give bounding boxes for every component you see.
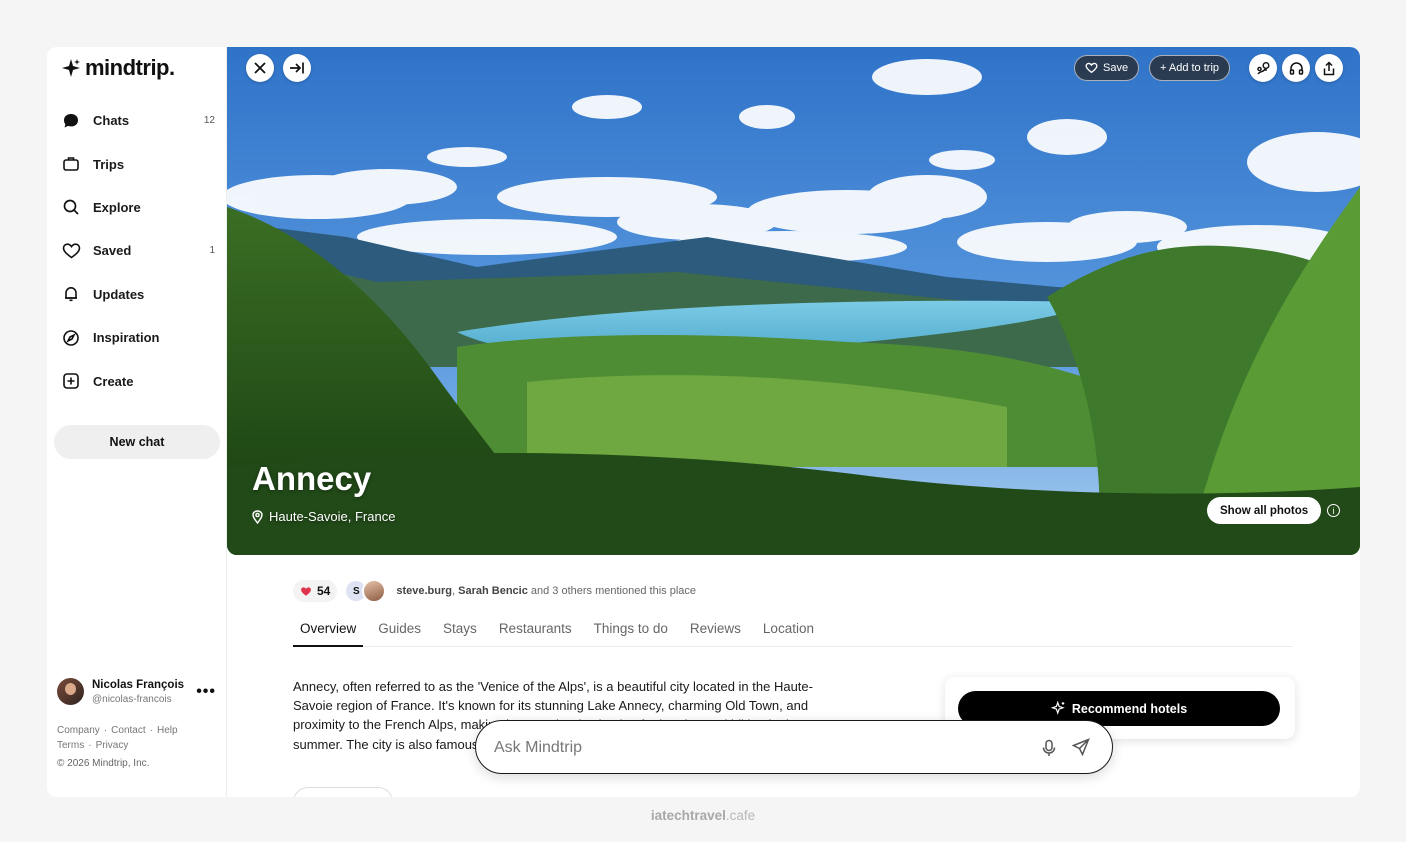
user-name: Nicolas François	[92, 679, 185, 691]
tab-location[interactable]: Location	[756, 617, 821, 647]
ask-bar	[475, 720, 1113, 774]
save-label: Save	[1103, 62, 1129, 74]
location-pin-icon	[252, 509, 263, 524]
landscape-photo	[227, 47, 1360, 555]
read-more-button[interactable]	[293, 787, 393, 797]
help-link[interactable]: Help	[157, 725, 178, 736]
logo-text: mindtrip.	[85, 55, 175, 80]
logo[interactable]: mindtrip.	[61, 55, 175, 81]
copyright: © 2026 Mindtrip, Inc.	[57, 758, 150, 769]
add-to-trip-label: + Add to trip	[1160, 62, 1220, 74]
chat-bubble-icon	[61, 111, 81, 131]
mention-user-link[interactable]: steve.burg	[396, 585, 452, 597]
headphones-icon	[1289, 61, 1303, 75]
sparkle-icon	[1050, 701, 1065, 715]
new-chat-button[interactable]: New chat	[54, 425, 220, 459]
avatar[interactable]	[57, 678, 84, 705]
sidebar-item-label: Explore	[93, 199, 141, 215]
app-window: mindtrip. Chats 12 Trips Explore Saved 1	[47, 47, 1360, 797]
close-icon	[254, 62, 266, 74]
sparkle-logo-icon	[62, 59, 80, 77]
more-options-icon[interactable]: •••	[196, 683, 216, 701]
plus-square-icon	[61, 371, 81, 391]
social-proof: 54 S steve.burg, Sarah Bencic and 3 othe…	[293, 579, 696, 603]
sidebar-item-inspiration[interactable]: Inspiration	[47, 316, 227, 359]
heart-outline-icon	[1085, 62, 1098, 74]
audio-guide-button[interactable]	[1282, 54, 1310, 82]
sidebar-item-label: Saved	[93, 243, 132, 259]
mention-user-link[interactable]: Sarah Bencic	[458, 585, 528, 597]
sidebar-item-trips[interactable]: Trips	[47, 142, 227, 185]
ask-input[interactable]	[494, 735, 1014, 761]
sidebar-item-explore[interactable]: Explore	[47, 186, 227, 229]
sidebar-item-label: Create	[93, 373, 134, 389]
likes-badge[interactable]: 54	[293, 580, 338, 602]
heart-icon	[61, 241, 81, 261]
collapse-panel-button[interactable]	[283, 54, 311, 82]
microphone-icon[interactable]	[1042, 739, 1056, 757]
sidebar-item-chats[interactable]: Chats 12	[47, 99, 227, 142]
tab-restaurants[interactable]: Restaurants	[492, 617, 579, 647]
compass-icon	[61, 328, 81, 348]
hero-photo: Save + Add to trip Annecy Haute-Savoie, …	[227, 47, 1360, 555]
avatar	[362, 579, 387, 603]
search-icon	[61, 197, 81, 217]
sidebar-nav: Chats 12 Trips Explore Saved 1 Updates I…	[47, 99, 227, 403]
user-profile[interactable]: Nicolas François @nicolas-francois •••	[57, 677, 222, 709]
watermark-main: iatechtravel	[650, 808, 726, 823]
sidebar-item-updates[interactable]: Updates	[47, 273, 227, 316]
place-tabs: Overview Guides Stays Restaurants Things…	[293, 617, 1293, 647]
map-pin-button[interactable]	[1249, 54, 1277, 82]
chats-count-badge: 12	[203, 115, 215, 127]
sidebar-item-label: Inspiration	[93, 330, 160, 346]
bell-icon	[61, 284, 81, 304]
share-button[interactable]	[1315, 54, 1343, 82]
sidebar-item-label: Updates	[93, 286, 145, 302]
watermark: iatechtravel.cafe	[0, 808, 1406, 823]
tab-stays[interactable]: Stays	[436, 617, 484, 647]
show-all-photos-button[interactable]: Show all photos	[1207, 497, 1322, 524]
privacy-link[interactable]: Privacy	[96, 740, 129, 751]
suitcase-icon	[61, 154, 81, 174]
map-pins-icon	[1256, 61, 1269, 74]
sidebar: mindtrip. Chats 12 Trips Explore Saved 1	[47, 47, 227, 797]
mentions-text: steve.burg, Sarah Bencic and 3 others me…	[396, 585, 696, 597]
place-location: Haute-Savoie, France	[252, 509, 395, 524]
tab-things-to-do[interactable]: Things to do	[587, 617, 675, 647]
sidebar-item-saved[interactable]: Saved 1	[47, 229, 227, 272]
place-title: Annecy	[252, 460, 372, 497]
sidebar-item-label: Trips	[93, 156, 125, 172]
save-button[interactable]: Save	[1074, 55, 1140, 81]
terms-link[interactable]: Terms	[57, 740, 84, 751]
recommend-hotels-label: Recommend hotels	[1071, 701, 1188, 716]
place-region: Haute-Savoie, France	[269, 509, 396, 524]
sidebar-item-create[interactable]: Create	[47, 359, 227, 402]
user-handle: @nicolas-francois	[92, 694, 172, 705]
tab-reviews[interactable]: Reviews	[683, 617, 748, 647]
likes-count: 54	[317, 584, 331, 598]
company-link[interactable]: Company	[57, 725, 100, 736]
close-button[interactable]	[246, 54, 274, 82]
watermark-suffix: .cafe	[725, 808, 756, 823]
share-icon	[1323, 60, 1335, 75]
tab-guides[interactable]: Guides	[371, 617, 428, 647]
mentions-rest: and 3 others mentioned this place	[527, 585, 696, 597]
saved-count-badge: 1	[209, 245, 215, 257]
footer-links: Company · Contact · Help Terms · Privacy	[57, 725, 178, 751]
info-icon[interactable]: i	[1327, 504, 1340, 517]
send-icon[interactable]	[1072, 738, 1090, 756]
arrow-to-right-icon	[290, 62, 304, 74]
heart-filled-icon	[301, 586, 311, 596]
add-to-trip-button[interactable]: + Add to trip	[1149, 55, 1231, 81]
tab-overview[interactable]: Overview	[293, 617, 364, 647]
contact-link[interactable]: Contact	[111, 725, 145, 736]
sidebar-item-label: Chats	[93, 113, 130, 129]
mention-avatars[interactable]: S	[344, 579, 390, 603]
